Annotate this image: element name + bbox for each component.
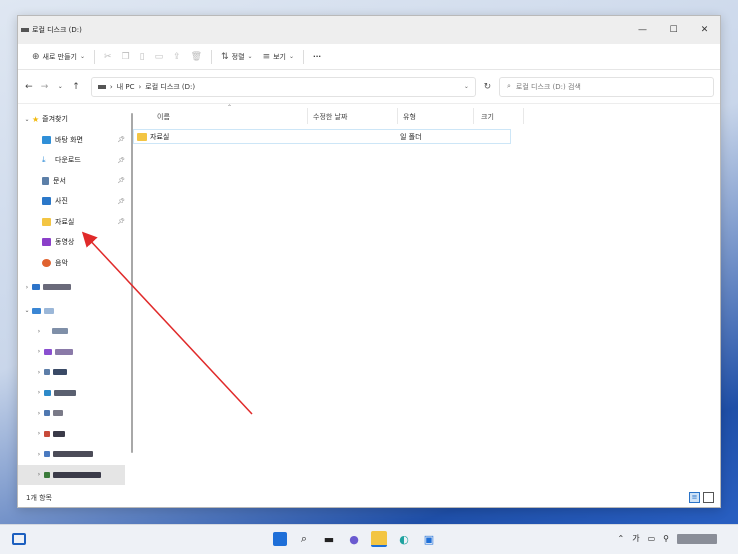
chat-icon[interactable]: ● <box>346 531 362 547</box>
network-icon[interactable]: ⚲ <box>663 534 669 543</box>
edge-icon[interactable]: ◐ <box>396 531 412 547</box>
task-view-icon[interactable]: ▬ <box>321 531 337 547</box>
file-explorer-taskbar-icon[interactable] <box>371 531 387 547</box>
chevron-up-icon[interactable]: ⌃ <box>618 534 625 543</box>
language-indicator[interactable]: 가 <box>632 533 639 544</box>
start-button[interactable] <box>273 532 287 546</box>
system-tray: ⌃ 가 ▭ ⚲ <box>618 533 721 544</box>
monitor-icon[interactable]: ▭ <box>648 534 656 543</box>
taskbar: ⌕ ▬ ● ◐ ▣ ⌃ 가 ▭ ⚲ <box>0 524 738 554</box>
annotation-arrow <box>81 231 253 415</box>
search-icon[interactable]: ⌕ <box>296 531 312 547</box>
store-icon[interactable]: ▣ <box>421 531 437 547</box>
widgets-icon[interactable] <box>12 533 26 545</box>
clock-blurred <box>677 533 717 544</box>
